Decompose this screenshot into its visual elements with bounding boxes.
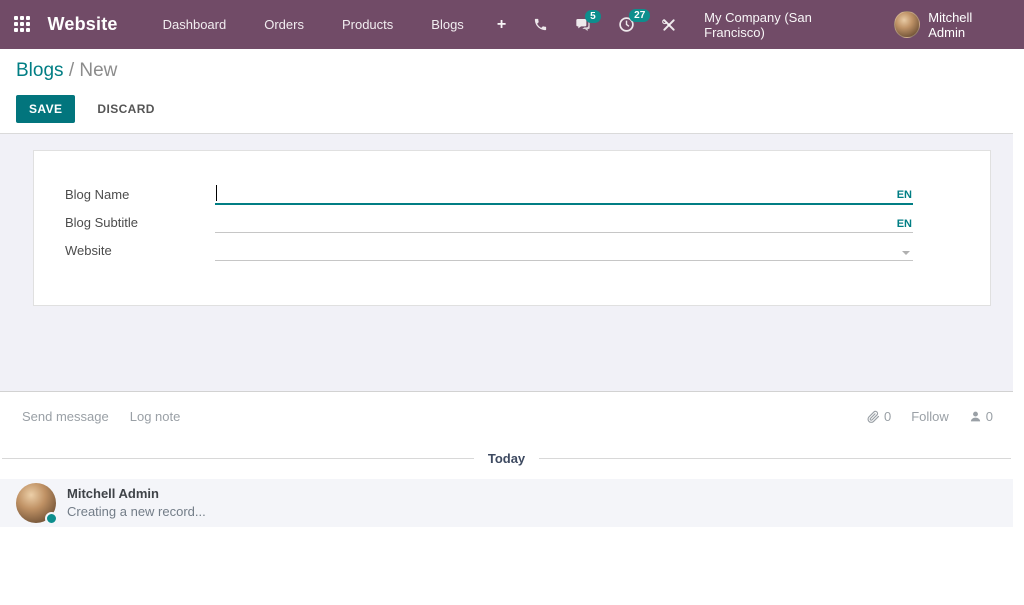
company-switcher[interactable]: My Company (San Francisco) xyxy=(690,10,894,40)
discard-button[interactable]: DISCARD xyxy=(84,95,167,123)
phone-icon xyxy=(533,17,548,32)
chatter-message[interactable]: Mitchell Admin Creating a new record... xyxy=(0,479,1013,527)
date-divider-label: Today xyxy=(474,451,539,466)
phone-icon[interactable] xyxy=(520,3,561,46)
breadcrumb: Blogs / New xyxy=(16,58,1008,84)
paperclip-icon xyxy=(866,410,880,424)
message-body: Mitchell Admin Creating a new record... xyxy=(67,485,206,521)
divider-line xyxy=(2,458,474,459)
apps-menu-icon[interactable] xyxy=(14,16,32,34)
blog-subtitle-field[interactable] xyxy=(215,214,897,232)
save-button[interactable]: SAVE xyxy=(16,95,75,123)
activities-badge: 27 xyxy=(629,9,650,22)
form-card: Blog Name EN Blog Subtitle EN Website xyxy=(33,150,991,306)
breadcrumb-blogs[interactable]: Blogs xyxy=(16,60,64,81)
field-row-website: Website xyxy=(65,240,990,261)
action-buttons: SAVE DISCARD xyxy=(16,95,1008,123)
chatter-right-tools: 0 Follow 0 xyxy=(866,409,993,424)
messages-menu[interactable]: 5 xyxy=(561,3,605,47)
message-author-avatar xyxy=(16,483,56,523)
field-row-blog-subtitle: Blog Subtitle EN xyxy=(65,212,990,233)
control-panel: Blogs / New SAVE DISCARD xyxy=(0,49,1024,133)
follower-person-icon xyxy=(969,410,982,423)
breadcrumb-current: New xyxy=(79,60,117,81)
blog-name-label: Blog Name xyxy=(65,187,215,205)
new-content-button[interactable]: + xyxy=(483,4,520,46)
menu-blogs[interactable]: Blogs xyxy=(412,2,483,47)
messages-badge: 5 xyxy=(585,10,601,23)
chatter: Send message Log note 0 Follow 0 Today xyxy=(0,392,1013,527)
online-status-dot xyxy=(45,512,58,525)
blog-name-field[interactable] xyxy=(217,185,897,203)
website-label: Website xyxy=(65,243,215,261)
message-author[interactable]: Mitchell Admin xyxy=(67,485,206,503)
menu-dashboard[interactable]: Dashboard xyxy=(144,2,246,47)
menu-products[interactable]: Products xyxy=(323,2,412,47)
blog-name-input[interactable]: EN xyxy=(215,185,913,205)
follow-button[interactable]: Follow xyxy=(911,409,949,424)
follower-count: 0 xyxy=(986,409,993,424)
chevron-down-icon[interactable] xyxy=(902,251,910,255)
attachment-count: 0 xyxy=(884,409,891,424)
send-message-button[interactable]: Send message xyxy=(22,409,109,424)
website-select[interactable] xyxy=(215,242,913,261)
form-sheet-background: Blog Name EN Blog Subtitle EN Website xyxy=(0,133,1013,392)
tools-menu[interactable] xyxy=(648,3,690,47)
field-row-blog-name: Blog Name EN xyxy=(65,184,990,205)
main-menu: Dashboard Orders Products Blogs + xyxy=(144,2,521,47)
log-note-button[interactable]: Log note xyxy=(130,409,181,424)
blog-subtitle-label: Blog Subtitle xyxy=(65,215,215,233)
user-menu[interactable]: Mitchell Admin xyxy=(894,10,1008,40)
language-badge[interactable]: EN xyxy=(897,189,913,203)
systray: 5 27 My Company (San Francisco) Mitchell… xyxy=(520,2,1008,47)
date-divider: Today xyxy=(2,451,1011,466)
activities-menu[interactable]: 27 xyxy=(605,2,648,47)
blog-subtitle-input[interactable]: EN xyxy=(215,214,913,233)
followers-button[interactable]: 0 xyxy=(969,409,993,424)
divider-line xyxy=(539,458,1011,459)
message-text: Creating a new record... xyxy=(67,503,206,521)
website-field[interactable] xyxy=(215,242,902,260)
user-name: Mitchell Admin xyxy=(928,10,1008,40)
tools-icon xyxy=(661,17,677,33)
attachments-button[interactable]: 0 xyxy=(866,409,891,424)
language-badge[interactable]: EN xyxy=(897,218,913,232)
app-title[interactable]: Website xyxy=(48,14,118,35)
user-avatar xyxy=(894,11,920,38)
top-navbar: Website Dashboard Orders Products Blogs … xyxy=(0,0,1024,49)
breadcrumb-separator: / xyxy=(69,60,74,81)
chatter-toolbar: Send message Log note 0 Follow 0 xyxy=(0,392,1013,424)
menu-orders[interactable]: Orders xyxy=(245,2,323,47)
